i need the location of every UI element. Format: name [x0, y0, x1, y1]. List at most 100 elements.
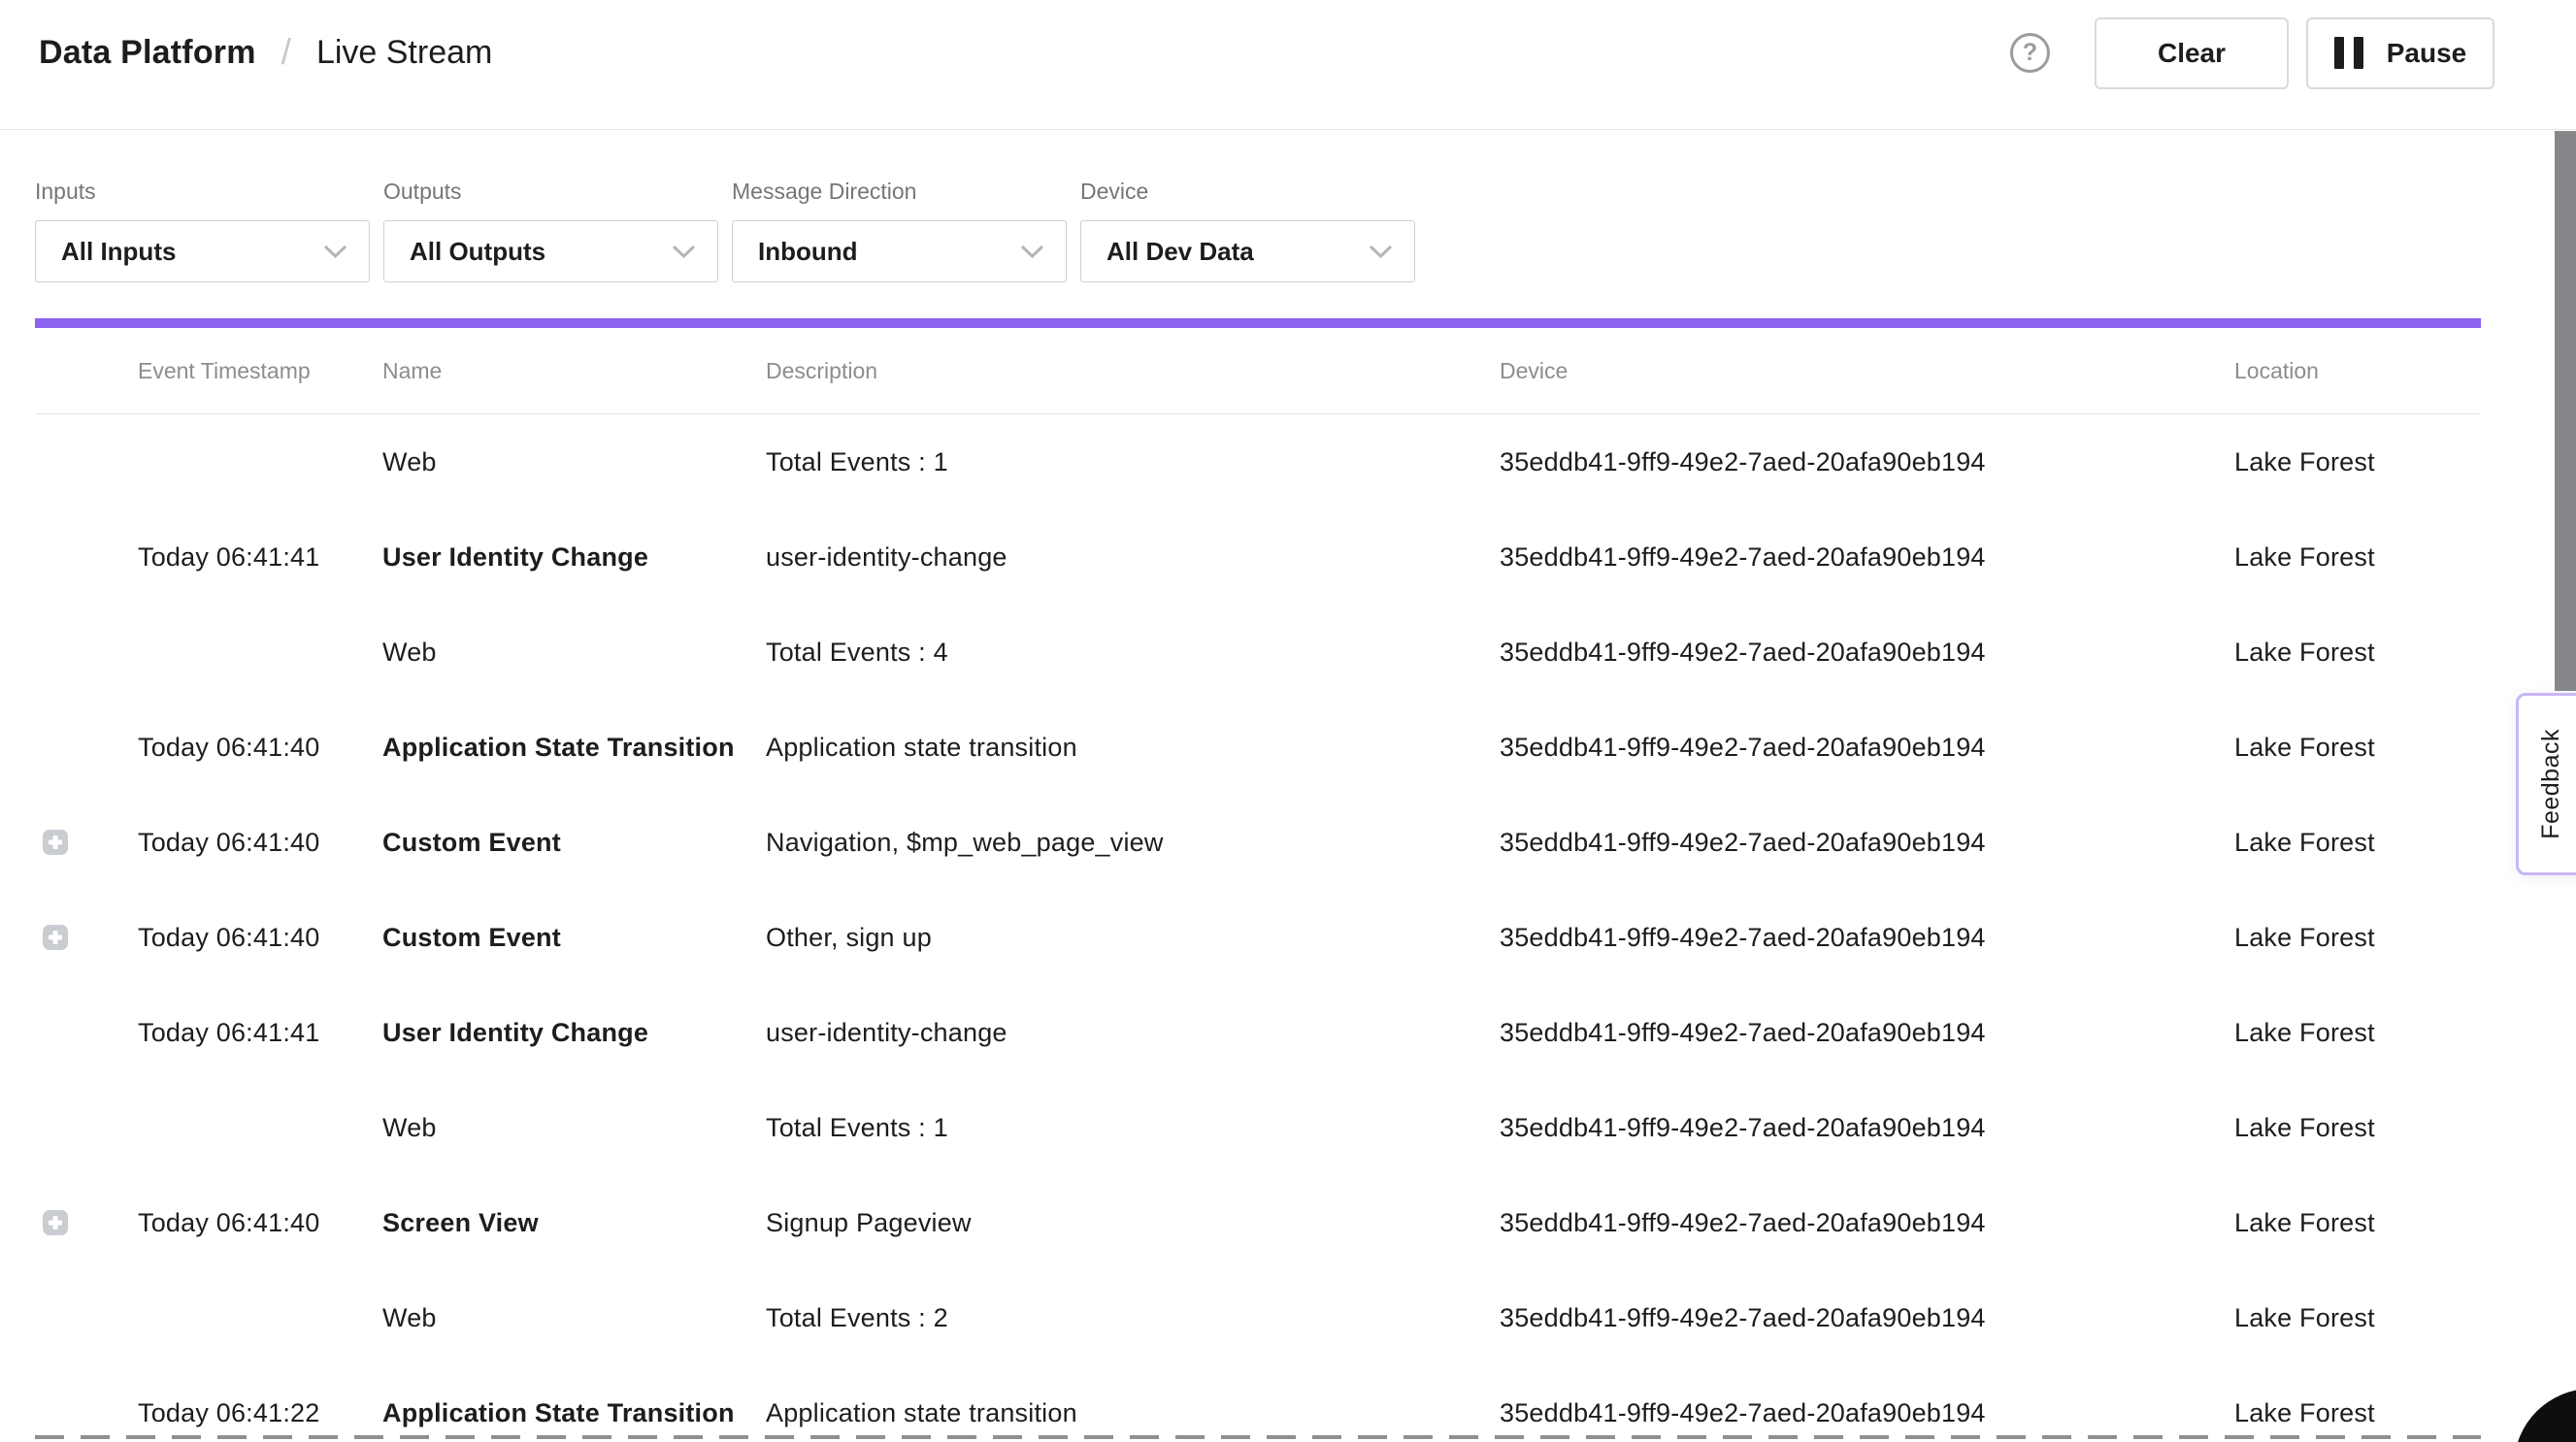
- expand-plus-icon[interactable]: [43, 1210, 68, 1235]
- filter-message-direction: Message Direction Inbound: [732, 179, 1067, 282]
- event-description-cell: Total Events : 2: [766, 1270, 1484, 1365]
- event-location-cell: Lake Forest: [2234, 985, 2506, 1080]
- event-location-cell: Lake Forest: [2234, 414, 2506, 509]
- table-row[interactable]: Today 06:41:22 Application State Transit…: [0, 1365, 2576, 1442]
- inputs-dropdown[interactable]: All Inputs: [35, 220, 370, 282]
- event-location-cell: Lake Forest: [2234, 700, 2506, 795]
- event-name-cell: Custom Event: [382, 795, 757, 890]
- event-device-cell: 35eddb41-9ff9-49e2-7aed-20afa90eb194: [1500, 795, 2218, 890]
- event-timestamp-cell: Today 06:41:41: [138, 985, 375, 1080]
- table-row[interactable]: Web Total Events : 1 35eddb41-9ff9-49e2-…: [0, 1080, 2576, 1175]
- event-location-cell: Lake Forest: [2234, 1365, 2506, 1442]
- event-name-cell: Web: [382, 414, 757, 509]
- table-row[interactable]: Today 06:41:40 Custom Event Other, sign …: [0, 890, 2576, 985]
- event-description-cell: Application state transition: [766, 700, 1484, 795]
- event-timestamp-cell: [138, 1080, 375, 1175]
- feedback-tab-label: Feedback: [2537, 729, 2565, 839]
- header-actions: ? Clear Pause: [2010, 17, 2494, 89]
- device-dropdown-value: All Dev Data: [1106, 237, 1254, 267]
- filter-message-direction-label: Message Direction: [732, 179, 1067, 204]
- event-name-cell: Application State Transition: [382, 700, 757, 795]
- breadcrumb-section[interactable]: Data Platform: [39, 34, 256, 72]
- expand-cell: [43, 1080, 111, 1175]
- breadcrumb: Data Platform / Live Stream: [39, 33, 492, 74]
- chevron-down-icon: [1020, 245, 1044, 259]
- outputs-dropdown-value: All Outputs: [410, 237, 545, 267]
- expand-cell: [43, 1270, 111, 1365]
- table-row[interactable]: Today 06:41:40 Custom Event Navigation, …: [0, 795, 2576, 890]
- event-device-cell: 35eddb41-9ff9-49e2-7aed-20afa90eb194: [1500, 605, 2218, 700]
- event-name-cell: Web: [382, 1270, 757, 1365]
- filter-inputs: Inputs All Inputs: [35, 179, 370, 282]
- event-timestamp-cell: [138, 605, 375, 700]
- event-device-cell: 35eddb41-9ff9-49e2-7aed-20afa90eb194: [1500, 700, 2218, 795]
- event-name-cell: Web: [382, 1080, 757, 1175]
- event-location-cell: Lake Forest: [2234, 509, 2506, 605]
- event-device-cell: 35eddb41-9ff9-49e2-7aed-20afa90eb194: [1500, 1270, 2218, 1365]
- page-title: Live Stream: [316, 34, 492, 72]
- event-timestamp-cell: [138, 1270, 375, 1365]
- table-row[interactable]: Web Total Events : 2 35eddb41-9ff9-49e2-…: [0, 1270, 2576, 1365]
- column-header-name: Name: [382, 328, 442, 413]
- event-description-cell: Total Events : 1: [766, 1080, 1484, 1175]
- event-device-cell: 35eddb41-9ff9-49e2-7aed-20afa90eb194: [1500, 509, 2218, 605]
- table-row[interactable]: Today 06:41:41 User Identity Change user…: [0, 509, 2576, 605]
- event-description-cell: Navigation, $mp_web_page_view: [766, 795, 1484, 890]
- expand-cell: [43, 985, 111, 1080]
- event-location-cell: Lake Forest: [2234, 890, 2506, 985]
- event-table-body: Web Total Events : 1 35eddb41-9ff9-49e2-…: [0, 414, 2576, 1442]
- filter-bar: Inputs All Inputs Outputs All Outputs Me…: [0, 130, 2576, 282]
- clear-button[interactable]: Clear: [2095, 17, 2289, 89]
- table-row[interactable]: Today 06:41:40 Application State Transit…: [0, 700, 2576, 795]
- filter-outputs: Outputs All Outputs: [383, 179, 718, 282]
- event-description-cell: Application state transition: [766, 1365, 1484, 1442]
- pause-button[interactable]: Pause: [2306, 17, 2494, 89]
- column-header-description: Description: [766, 328, 877, 413]
- table-row[interactable]: Today 06:41:40 Screen View Signup Pagevi…: [0, 1175, 2576, 1270]
- event-timestamp-cell: Today 06:41:41: [138, 509, 375, 605]
- event-location-cell: Lake Forest: [2234, 605, 2506, 700]
- column-header-event-timestamp: Event Timestamp: [138, 328, 311, 413]
- event-description-cell: Other, sign up: [766, 890, 1484, 985]
- column-header-device: Device: [1500, 328, 1568, 413]
- event-name-cell: Screen View: [382, 1175, 757, 1270]
- feedback-tab[interactable]: Feedback: [2516, 693, 2576, 875]
- event-location-cell: Lake Forest: [2234, 795, 2506, 890]
- event-location-cell: Lake Forest: [2234, 1175, 2506, 1270]
- accent-bar: [35, 318, 2481, 328]
- event-device-cell: 35eddb41-9ff9-49e2-7aed-20afa90eb194: [1500, 414, 2218, 509]
- filter-inputs-label: Inputs: [35, 179, 370, 204]
- event-timestamp-cell: Today 06:41:40: [138, 795, 375, 890]
- expand-plus-icon[interactable]: [43, 925, 68, 950]
- event-timestamp-cell: Today 06:41:40: [138, 700, 375, 795]
- event-description-cell: Total Events : 1: [766, 414, 1484, 509]
- event-description-cell: user-identity-change: [766, 509, 1484, 605]
- event-location-cell: Lake Forest: [2234, 1080, 2506, 1175]
- event-timestamp-cell: Today 06:41:40: [138, 890, 375, 985]
- vertical-scrollbar-thumb[interactable]: [2555, 131, 2576, 691]
- expand-cell: [43, 700, 111, 795]
- expand-plus-icon[interactable]: [43, 830, 68, 855]
- expand-cell: [43, 605, 111, 700]
- chevron-down-icon: [1369, 245, 1393, 259]
- event-description-cell: user-identity-change: [766, 985, 1484, 1080]
- event-name-cell: Application State Transition: [382, 1365, 757, 1442]
- table-row[interactable]: Web Total Events : 1 35eddb41-9ff9-49e2-…: [0, 414, 2576, 509]
- table-row[interactable]: Web Total Events : 4 35eddb41-9ff9-49e2-…: [0, 605, 2576, 700]
- event-description-cell: Signup Pageview: [766, 1175, 1484, 1270]
- expand-cell: [43, 509, 111, 605]
- filter-device: Device All Dev Data: [1080, 179, 1415, 282]
- message-direction-dropdown[interactable]: Inbound: [732, 220, 1067, 282]
- batch-divider: [35, 1435, 2481, 1439]
- filter-outputs-label: Outputs: [383, 179, 718, 204]
- event-name-cell: Custom Event: [382, 890, 757, 985]
- chevron-down-icon: [672, 245, 696, 259]
- help-icon[interactable]: ?: [2010, 33, 2050, 73]
- event-device-cell: 35eddb41-9ff9-49e2-7aed-20afa90eb194: [1500, 1365, 2218, 1442]
- outputs-dropdown[interactable]: All Outputs: [383, 220, 718, 282]
- device-dropdown[interactable]: All Dev Data: [1080, 220, 1415, 282]
- event-timestamp-cell: [138, 414, 375, 509]
- chevron-down-icon: [323, 245, 347, 259]
- table-row[interactable]: Today 06:41:41 User Identity Change user…: [0, 985, 2576, 1080]
- pause-icon: [2334, 37, 2363, 69]
